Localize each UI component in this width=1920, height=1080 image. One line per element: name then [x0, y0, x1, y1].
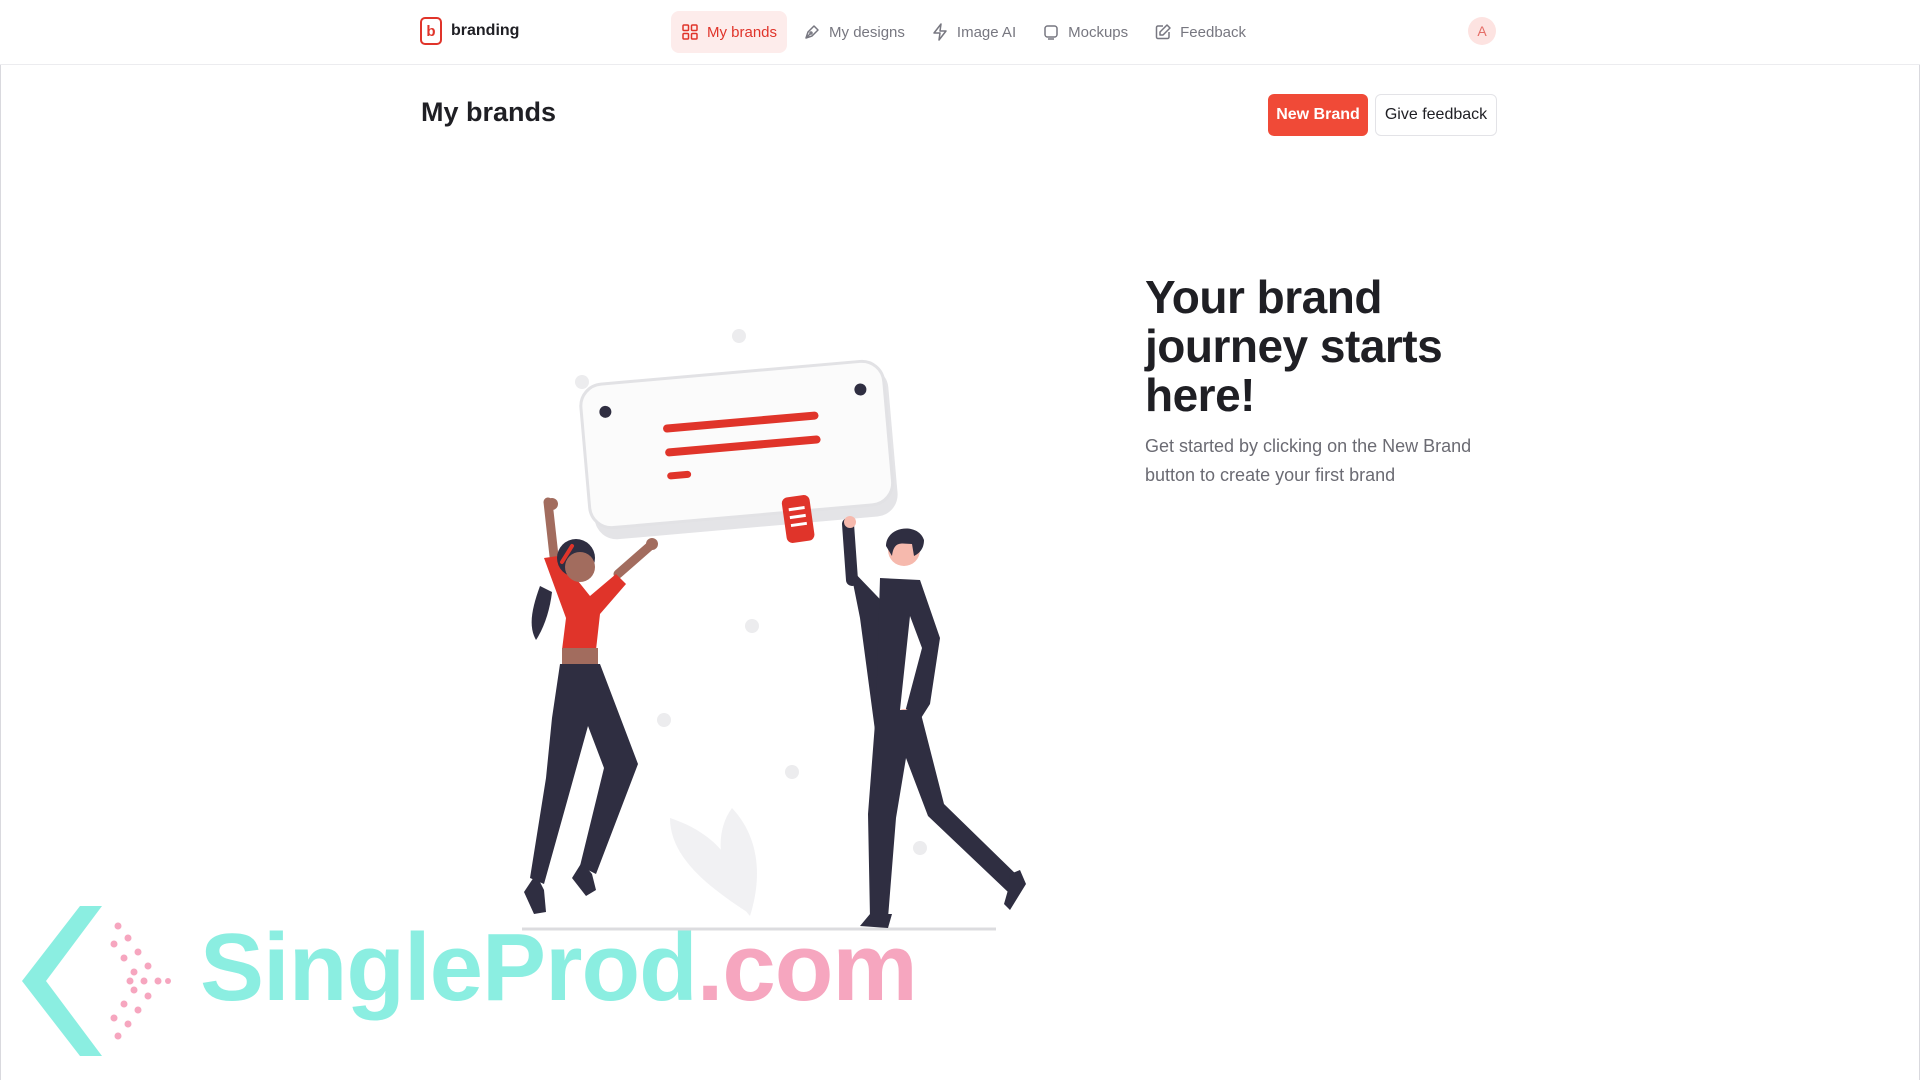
- watermark-logo-icon: [22, 906, 171, 1056]
- app-logo[interactable]: b branding: [420, 17, 519, 45]
- avatar[interactable]: A: [1468, 17, 1496, 45]
- page-title: My brands: [421, 97, 557, 127]
- give-feedback-button[interactable]: Give feedback: [1375, 94, 1497, 136]
- nav-item-image-ai[interactable]: Image AI: [921, 11, 1026, 53]
- nav-item-mockups[interactable]: Mockups: [1032, 11, 1138, 53]
- app-name: branding: [451, 22, 520, 39]
- nav-label: My designs: [829, 23, 905, 41]
- nav-item-feedback[interactable]: Feedback: [1144, 11, 1256, 53]
- hero-title: Your brand journey starts here!: [1145, 271, 1443, 421]
- window-border-left: [0, 0, 1, 1080]
- nav-item-my-designs[interactable]: My designs: [793, 11, 915, 53]
- nav-label: Image AI: [956, 23, 1017, 41]
- lightning-icon: [933, 23, 947, 41]
- pen-tool-icon: [805, 25, 819, 39]
- nav-item-my-brands[interactable]: My brands: [671, 11, 788, 53]
- grid-icon: [682, 24, 698, 40]
- empty-state-illustration: [522, 329, 1026, 931]
- square-icon: [1044, 25, 1058, 40]
- watermark-suffix: .com: [696, 914, 918, 1021]
- nav-label: My brands: [707, 23, 778, 41]
- man-figure: [842, 516, 1026, 928]
- leaf-plant: [670, 808, 757, 916]
- new-brand-button[interactable]: New Brand: [1268, 94, 1368, 136]
- edit-icon: [1155, 24, 1171, 40]
- top-navigation-bar: b branding My brands My designs Image AI: [0, 0, 1920, 65]
- message-card: [579, 359, 898, 540]
- hero-description: Get started by clicking on the New Brand…: [1145, 436, 1472, 485]
- main-nav: My brands My designs Image AI Mockups Fe…: [671, 11, 1256, 53]
- nav-label: Mockups: [1068, 23, 1129, 41]
- nav-label: Feedback: [1180, 23, 1247, 41]
- watermark-main: SingleProd: [200, 914, 698, 1021]
- woman-figure: [524, 497, 658, 914]
- logo-icon: b: [420, 17, 442, 45]
- watermark-text: SingleProd.com: [200, 918, 918, 1018]
